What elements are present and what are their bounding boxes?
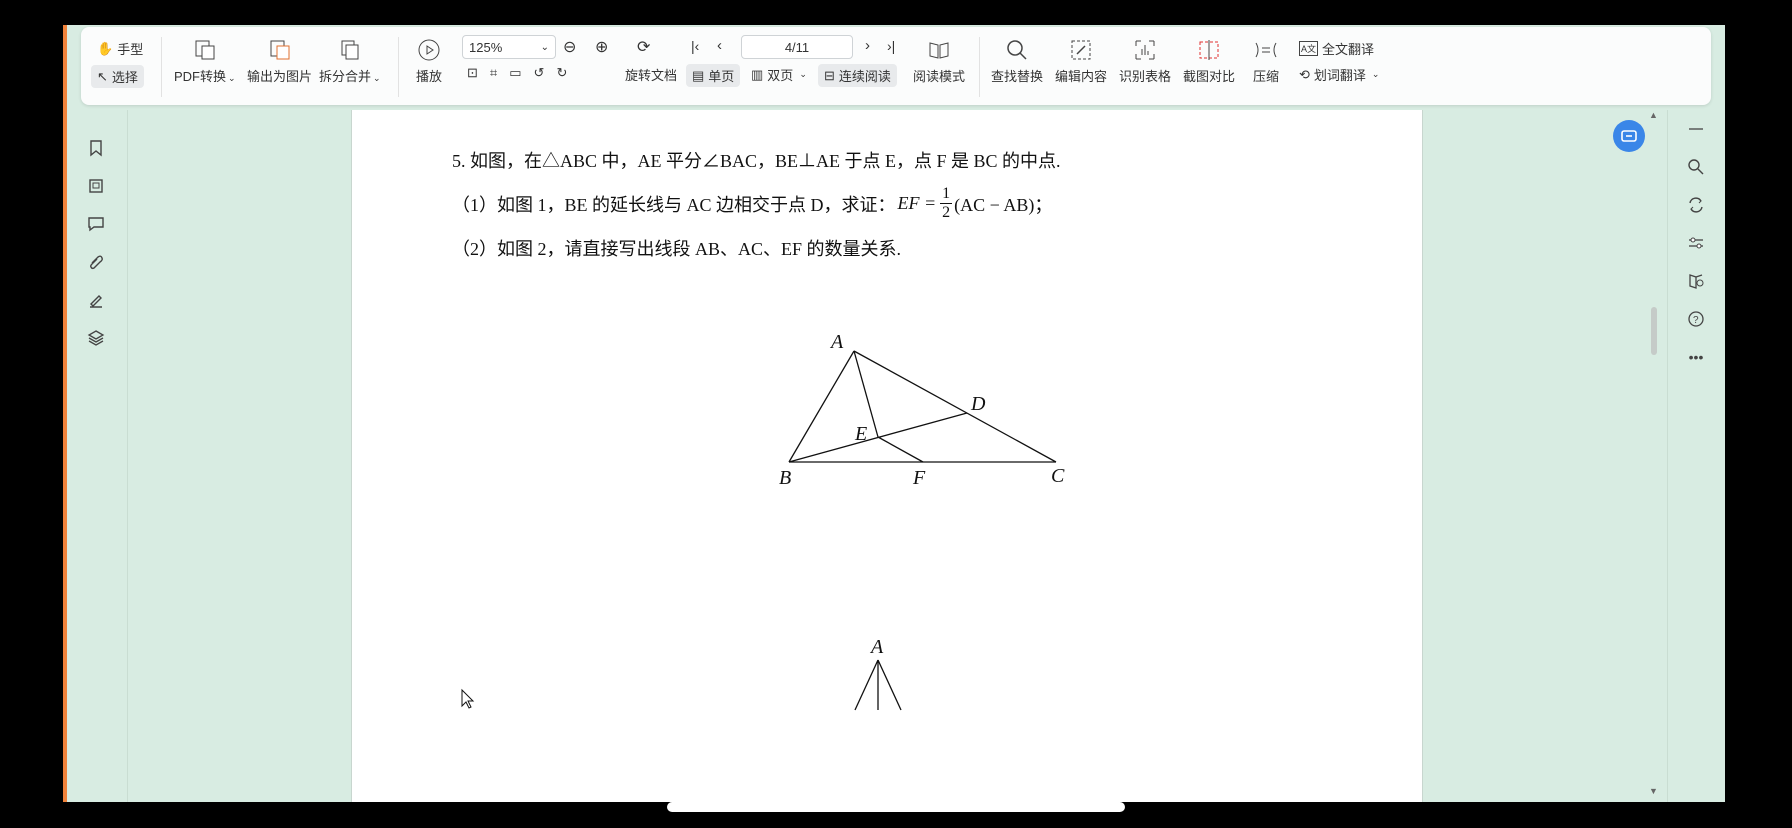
mouse-cursor-icon (461, 688, 475, 709)
help-icon[interactable]: ? (1685, 308, 1707, 330)
recognize-table-button[interactable]: 识别表格 (1119, 37, 1171, 85)
compress-button[interactable]: 压缩 (1253, 37, 1279, 85)
assistant-icon (1621, 130, 1637, 142)
chevron-down-icon: ⌄ (373, 73, 381, 83)
more-icon[interactable]: ••• (1685, 346, 1707, 368)
page-number-input[interactable]: 4/11 (741, 35, 853, 59)
thumbnail-icon[interactable] (86, 176, 106, 196)
rotate-document-button[interactable]: 旋转文档 (625, 65, 677, 84)
label-B: B (779, 467, 791, 489)
first-page-icon[interactable]: |‹ (691, 38, 699, 54)
svg-text:?: ? (1693, 315, 1699, 326)
convert-icon (194, 37, 216, 63)
zoom-out-icon[interactable]: ⊖ (563, 37, 576, 57)
figure-2 (854, 659, 902, 711)
table-icon (1133, 37, 1157, 63)
word-translate-button[interactable]: ⟲ 划词翻译 ⌄ (1299, 65, 1379, 84)
double-page-button[interactable]: ▥ 双页 ⌄ (751, 65, 807, 84)
split-merge-button[interactable]: 拆分合并 ⌄ (319, 37, 381, 85)
book-search-icon[interactable] (1685, 270, 1707, 292)
rotate-left-icon[interactable]: ↺ (534, 65, 545, 81)
divider (161, 37, 162, 97)
bookmark-icon[interactable] (86, 138, 106, 158)
figure-1: A B C D E F A (461, 331, 1065, 711)
left-sidebar (67, 110, 128, 802)
settings-sliders-icon[interactable] (1685, 232, 1707, 254)
home-indicator-bar (667, 802, 1125, 812)
prev-page-icon[interactable]: ‹ (717, 37, 722, 54)
fig2-right-side (877, 659, 902, 711)
scrollbar-thumb[interactable] (1651, 307, 1657, 355)
hand-tool-button[interactable]: ✋ 手型 (97, 39, 143, 58)
comment-icon[interactable] (86, 214, 106, 234)
vertical-scrollbar[interactable]: ▲ ▼ (1647, 110, 1661, 802)
fig2-label-A: A (869, 636, 884, 658)
translate-sync-icon[interactable] (1685, 194, 1707, 216)
view-controls-row: ⊡ ⌗ ▭ ↺ ↻ (467, 65, 567, 81)
edit-content-button[interactable]: 编辑内容 (1055, 37, 1107, 85)
book-icon (927, 37, 951, 63)
edit-icon (1069, 37, 1093, 63)
label-C: C (1051, 465, 1065, 487)
chevron-down-icon: ⌄ (540, 41, 549, 53)
right-sidebar: ? ••• (1667, 110, 1725, 802)
rotate-page-icon[interactable]: ⟳ (637, 37, 650, 57)
single-page-button[interactable]: ▤ 单页 (686, 64, 741, 87)
zoom-select[interactable]: 125% ⌄ (462, 35, 556, 59)
continuous-icon: ⊟ (824, 67, 835, 83)
single-page-icon: ▤ (692, 67, 705, 83)
fit-page-icon[interactable]: ⌗ (490, 65, 497, 81)
label-A: A (829, 331, 844, 353)
chevron-down-icon: ⌄ (1371, 69, 1380, 79)
play-button[interactable]: 播放 (416, 37, 442, 85)
layers-icon[interactable] (86, 328, 106, 348)
compare-icon (1197, 37, 1221, 63)
label-F: F (912, 467, 926, 489)
find-replace-button[interactable]: 查找替换 (991, 37, 1043, 85)
search-icon (1005, 37, 1029, 63)
double-page-icon: ▥ (751, 66, 764, 82)
floating-assistant-button[interactable] (1613, 120, 1645, 152)
divider (979, 37, 980, 97)
translate-icon: A文 (1299, 41, 1319, 56)
fig2-left-side (854, 659, 879, 711)
chevron-down-icon: ⌄ (228, 73, 236, 83)
pdf-convert-button[interactable]: PDF转换 ⌄ (174, 37, 236, 85)
search-icon[interactable] (1685, 156, 1707, 178)
segment-EF (877, 436, 924, 463)
select-tool-button[interactable]: ↖ 选择 (91, 65, 144, 88)
zoom-in-icon[interactable]: ⊕ (595, 37, 608, 57)
actual-size-icon[interactable]: ⊡ (467, 65, 478, 81)
cursor-icon: ↖ (97, 68, 108, 84)
last-page-icon[interactable]: ›| (887, 38, 895, 54)
label-E: E (854, 423, 867, 445)
split-merge-icon (339, 37, 361, 63)
document-page: 5. 如图，在△ABC 中，AE 平分∠BAC，BE⊥AE 于点 E，点 F 是… (351, 110, 1423, 802)
full-translate-button[interactable]: A文 全文翻译 (1299, 39, 1374, 58)
segment-AC (853, 350, 1057, 463)
minimize-icon[interactable] (1685, 118, 1707, 140)
scroll-up-arrow[interactable]: ▲ (1649, 110, 1658, 120)
scroll-down-arrow[interactable]: ▼ (1649, 786, 1658, 796)
attachment-icon[interactable] (86, 252, 106, 272)
screenshot-compare-button[interactable]: 截图对比 (1183, 37, 1235, 85)
image-export-icon (269, 37, 291, 63)
rotate-right-icon[interactable]: ↻ (556, 65, 567, 81)
hand-icon: ✋ (97, 40, 114, 56)
reading-mode-button[interactable]: 阅读模式 (913, 37, 965, 85)
toolbar: ✋ 手型 ↖ 选择 PDF转换 ⌄ 输出为图片 拆分合并 ⌄ 播放 125% ⌄ ⊖ ⊕ (81, 27, 1711, 105)
continuous-reading-button[interactable]: ⊟ 连续阅读 (818, 64, 897, 87)
chevron-down-icon: ⌄ (799, 69, 807, 79)
play-icon (417, 37, 441, 63)
compress-icon (1253, 37, 1279, 63)
signature-icon[interactable] (86, 290, 106, 310)
segment-AB (788, 350, 855, 463)
export-image-button[interactable]: 输出为图片 (247, 37, 312, 85)
pdf-reader-window: ✋ 手型 ↖ 选择 PDF转换 ⌄ 输出为图片 拆分合并 ⌄ 播放 125% ⌄ ⊖ ⊕ (67, 25, 1725, 802)
label-D: D (970, 393, 986, 415)
divider (398, 37, 399, 97)
word-translate-icon: ⟲ (1299, 66, 1310, 82)
next-page-icon[interactable]: › (865, 37, 870, 54)
fit-width-icon[interactable]: ▭ (509, 65, 521, 81)
